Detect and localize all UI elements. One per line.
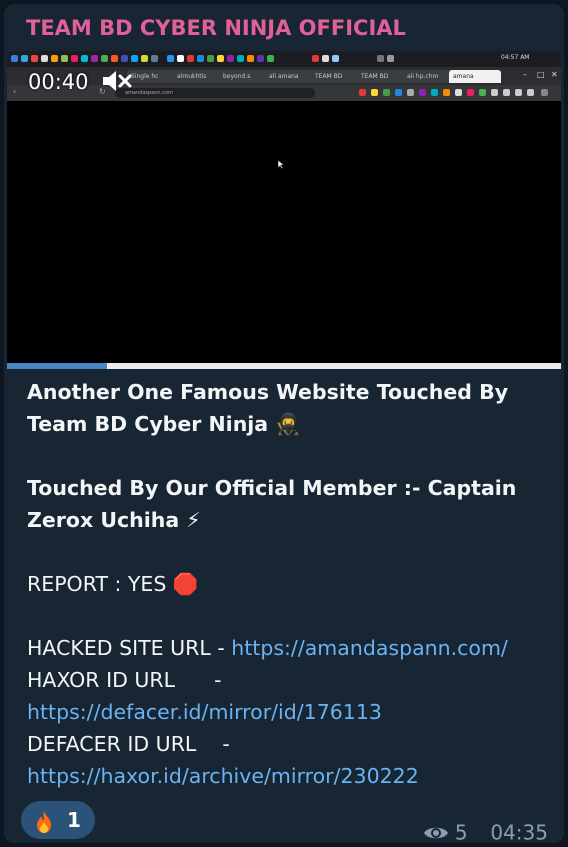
haxor-id-label: HAXOR ID URL - (27, 668, 222, 692)
browser-tab: ali hp.chm (403, 70, 455, 83)
muted-speaker-icon[interactable] (101, 68, 133, 94)
extension-icon (527, 89, 534, 96)
close-icon: ✕ (551, 70, 558, 79)
browser-tab: beyond.s (219, 70, 271, 83)
extension-icon (503, 89, 510, 96)
extension-icon (479, 89, 486, 96)
message-meta: 5 04:35 (423, 819, 548, 843)
message-text: Another One Famous Website Touched By Te… (27, 376, 557, 792)
browser-tab: TEAM BD (311, 70, 363, 83)
member-line-2: Zerox Uchiha ⚡ (27, 508, 201, 532)
extension-icon (407, 89, 414, 96)
channel-name[interactable]: TEAM BD CYBER NINJA OFFICIAL (26, 16, 406, 40)
extension-icon (371, 89, 378, 96)
extension-icon (395, 89, 402, 96)
hacked-site-label: HACKED SITE URL - (27, 636, 232, 660)
haxor-id-link[interactable]: https://defacer.id/mirror/id/176113 (27, 696, 557, 728)
extension-icon (455, 89, 462, 96)
back-icon: ‹ (13, 87, 17, 96)
reaction-count: 1 (67, 808, 81, 832)
video-timer: 00:40 (28, 70, 89, 94)
message-bubble: TEAM BD CYBER NINJA OFFICIAL 04:57 AM Si… (4, 4, 564, 843)
video-taskbar: 04:57 AM (7, 51, 561, 67)
browser-tab: ali amana (265, 70, 317, 83)
extension-icon (383, 89, 390, 96)
defacer-id-link[interactable]: https://haxor.id/archive/mirror/230222 (27, 760, 557, 792)
member-line-1: Touched By Our Official Member :- Captai… (27, 476, 517, 500)
extension-icon (359, 89, 366, 96)
extension-icon (515, 89, 522, 96)
view-count: 5 (454, 820, 468, 844)
browser-tab: TEAM BD (357, 70, 409, 83)
hacked-site-link[interactable]: https://amandaspann.com/ (231, 636, 508, 660)
video-player[interactable]: 04:57 AM Single hc almukhtis beyond.s al… (7, 51, 561, 363)
extension-icon (443, 89, 450, 96)
browser-tab: Single hc (127, 70, 179, 83)
browser-tab-active: amana (449, 70, 501, 83)
video-progress-bar[interactable] (7, 363, 561, 369)
hacked-site-row: HACKED SITE URL - https://amandaspann.co… (27, 632, 557, 664)
reaction-button[interactable]: 1 (21, 801, 95, 839)
taskbar-clock: 04:57 AM (501, 54, 530, 61)
headline-line-2: Team BD Cyber Ninja 🥷 (27, 412, 301, 436)
browser-url: amandaspann.com (115, 88, 315, 98)
minimize-icon: – (523, 70, 527, 79)
report-line: REPORT : YES 🛑 (27, 572, 199, 596)
defacer-id-label: DEFACER ID URL - (27, 732, 230, 756)
maximize-icon: □ (537, 70, 545, 79)
browser-address-bar: ‹ ↻ amandaspann.com (7, 85, 561, 101)
mouse-cursor-icon (277, 159, 285, 170)
eye-icon (423, 827, 448, 838)
headline-line-1: Another One Famous Website Touched By (27, 380, 509, 404)
message-time: 04:35 (490, 820, 548, 844)
browser-tab: almukhtis (173, 70, 225, 83)
extension-icon (541, 89, 548, 96)
video-progress-fill (7, 363, 107, 369)
extension-icon (419, 89, 426, 96)
browser-tabs: Single hc almukhtis beyond.s ali amana T… (7, 67, 561, 85)
extension-icon (431, 89, 438, 96)
fire-icon (37, 811, 51, 833)
extension-icon (491, 89, 498, 96)
extension-icon (467, 89, 474, 96)
